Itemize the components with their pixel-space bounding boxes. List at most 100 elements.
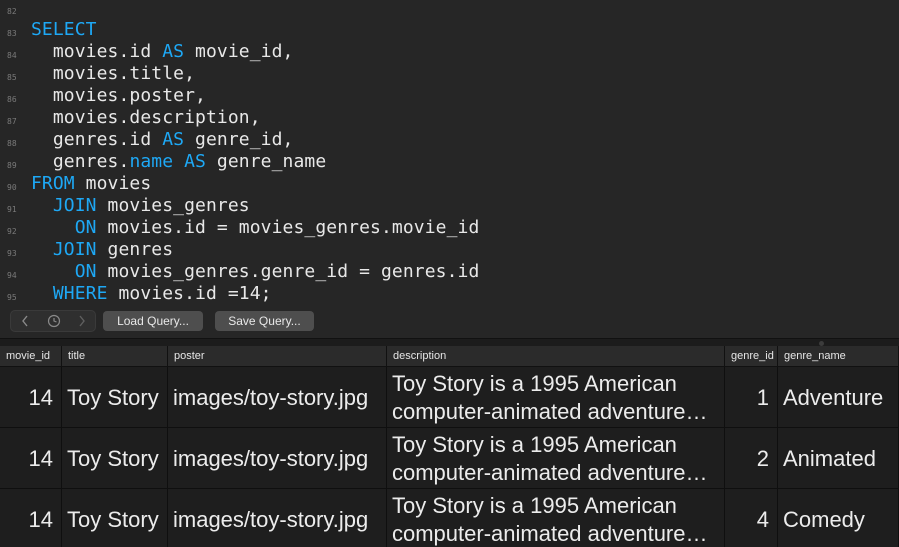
line-number: 93	[7, 249, 17, 258]
line-number: 83	[7, 29, 17, 38]
sql-token: movies_genres	[96, 195, 250, 216]
results-grid[interactable]: movie_id title poster description genre_id ge…	[0, 346, 899, 547]
sql-keyword: ON	[74, 261, 97, 282]
cell-genre-id[interactable]: 1	[725, 367, 778, 428]
code-line[interactable]: 93 JOIN genres	[0, 239, 899, 261]
load-query-button[interactable]: Load Query...	[103, 311, 203, 331]
sql-token: genres	[96, 239, 174, 260]
sql-keyword: AS	[162, 41, 185, 62]
code-text[interactable]: JOIN movies_genres	[31, 195, 250, 217]
line-number: 84	[7, 51, 17, 60]
sql-token: genre_name	[206, 151, 327, 172]
description-text: Toy Story is a 1995 American computer-an…	[392, 431, 686, 485]
code-line[interactable]: 88 genres.id AS genre_id,	[0, 129, 899, 151]
save-query-button[interactable]: Save Query...	[215, 311, 314, 331]
table-row[interactable]: 14 Toy Story images/toy-story.jpg Toy Story…	[0, 489, 899, 547]
code-text[interactable]: genres.id AS genre_id,	[31, 129, 294, 151]
query-toolbar: Load Query... Save Query...	[0, 306, 899, 338]
cell-genre-name[interactable]: Comedy	[778, 489, 899, 547]
code-line[interactable]: 86 movies.poster,	[0, 85, 899, 107]
cell-genre-name[interactable]: Adventure	[778, 367, 899, 428]
cell-description[interactable]: Toy Story is a 1995 American computer-an…	[387, 367, 725, 428]
code-text[interactable]: WHERE movies.id =14;	[31, 283, 272, 305]
cell-description[interactable]: Toy Story is a 1995 American computer-an…	[387, 428, 725, 489]
line-number: 89	[7, 161, 17, 170]
sql-keyword: AS	[184, 151, 206, 172]
cell-genre-id[interactable]: 2	[725, 428, 778, 489]
column-header-genre-id[interactable]: genre_id	[725, 346, 778, 367]
chevron-left-icon	[21, 315, 28, 327]
code-text[interactable]: movies.poster,	[31, 85, 206, 107]
sql-token: movie_id,	[184, 41, 294, 62]
sql-editor[interactable]: 82 83 SELECT 84 movies.id AS movie_id, 85 mo…	[0, 0, 899, 306]
code-line[interactable]: 94 ON movies_genres.genre_id = genres.id	[0, 261, 899, 283]
table-row[interactable]: 14 Toy Story images/toy-story.jpg Toy Story…	[0, 367, 899, 428]
table-row[interactable]: 14 Toy Story images/toy-story.jpg Toy Story…	[0, 428, 899, 489]
code-line[interactable]: 84 movies.id AS movie_id,	[0, 41, 899, 63]
results-header-row: movie_id title poster description genre_id ge…	[0, 346, 899, 367]
column-header-genre-name[interactable]: genre_name	[778, 346, 899, 367]
cell-poster[interactable]: images/toy-story.jpg	[168, 428, 387, 489]
column-header-title[interactable]: title	[62, 346, 168, 367]
sql-token: movies_genres.genre_id = genres.id	[96, 261, 480, 282]
sql-keyword: SELECT	[31, 19, 97, 40]
code-line[interactable]: 89 genres.name AS genre_name	[0, 151, 899, 173]
cell-movie-id[interactable]: 14	[0, 428, 62, 489]
sql-token: genre_id,	[184, 129, 294, 150]
sql-token: movies.id	[31, 41, 163, 62]
pane-splitter[interactable]	[0, 338, 899, 346]
cell-movie-id[interactable]: 14	[0, 489, 62, 547]
code-line[interactable]: 91 JOIN movies_genres	[0, 195, 899, 217]
column-header-description[interactable]: description	[387, 346, 725, 367]
cell-title[interactable]: Toy Story	[62, 367, 168, 428]
cell-title[interactable]: Toy Story	[62, 428, 168, 489]
sql-token: movies.title,	[31, 63, 196, 84]
forward-button[interactable]	[68, 311, 95, 331]
sql-token: movies.id = movies_genres.movie_id	[96, 217, 480, 238]
code-line[interactable]: 83 SELECT	[0, 19, 899, 41]
chevron-right-icon	[78, 315, 85, 327]
cell-poster[interactable]: images/toy-story.jpg	[168, 489, 387, 547]
code-text[interactable]: FROM movies	[31, 173, 151, 195]
sql-keyword: AS	[162, 129, 185, 150]
code-text[interactable]: movies.title,	[31, 63, 195, 85]
code-line[interactable]: 85 movies.title,	[0, 63, 899, 85]
sql-token: genres.id	[31, 129, 163, 150]
back-button[interactable]	[11, 311, 38, 331]
code-text[interactable]: movies.id AS movie_id,	[31, 41, 294, 63]
line-number: 87	[7, 117, 17, 126]
line-number: 85	[7, 73, 17, 82]
code-text[interactable]: ON movies_genres.genre_id = genres.id	[31, 261, 480, 283]
column-header-poster[interactable]: poster	[168, 346, 387, 367]
cell-movie-id[interactable]: 14	[0, 367, 62, 428]
sql-keyword: ON	[74, 217, 97, 238]
cell-poster[interactable]: images/toy-story.jpg	[168, 367, 387, 428]
code-text[interactable]: movies.description,	[31, 107, 261, 129]
code-text[interactable]: SELECT	[31, 19, 97, 41]
cell-title[interactable]: Toy Story	[62, 489, 168, 547]
line-number: 86	[7, 95, 17, 104]
sql-keyword: JOIN	[52, 195, 97, 216]
sql-token: movies.description,	[31, 107, 261, 128]
code-text[interactable]: genres.name AS genre_name	[31, 151, 326, 173]
code-line[interactable]: 92 ON movies.id = movies_genres.movie_id	[0, 217, 899, 239]
code-text[interactable]: JOIN genres	[31, 239, 173, 261]
sql-token: movies	[74, 173, 152, 194]
cell-description[interactable]: Toy Story is a 1995 American computer-an…	[387, 489, 725, 547]
code-text[interactable]: ON movies.id = movies_genres.movie_id	[31, 217, 480, 239]
sql-keyword: WHERE	[52, 283, 108, 304]
cell-genre-name[interactable]: Animated	[778, 428, 899, 489]
cell-genre-id[interactable]: 4	[725, 489, 778, 547]
code-line[interactable]: 87 movies.description,	[0, 107, 899, 129]
line-number: 90	[7, 183, 17, 192]
sql-keyword: name	[129, 151, 174, 172]
column-header-movie-id[interactable]: movie_id	[0, 346, 62, 367]
code-line[interactable]: 95 WHERE movies.id =14;	[0, 283, 899, 305]
code-line[interactable]: 82	[0, 0, 899, 19]
line-number: 92	[7, 227, 17, 236]
history-button[interactable]	[40, 311, 67, 331]
code-line[interactable]: 90 FROM movies	[0, 173, 899, 195]
